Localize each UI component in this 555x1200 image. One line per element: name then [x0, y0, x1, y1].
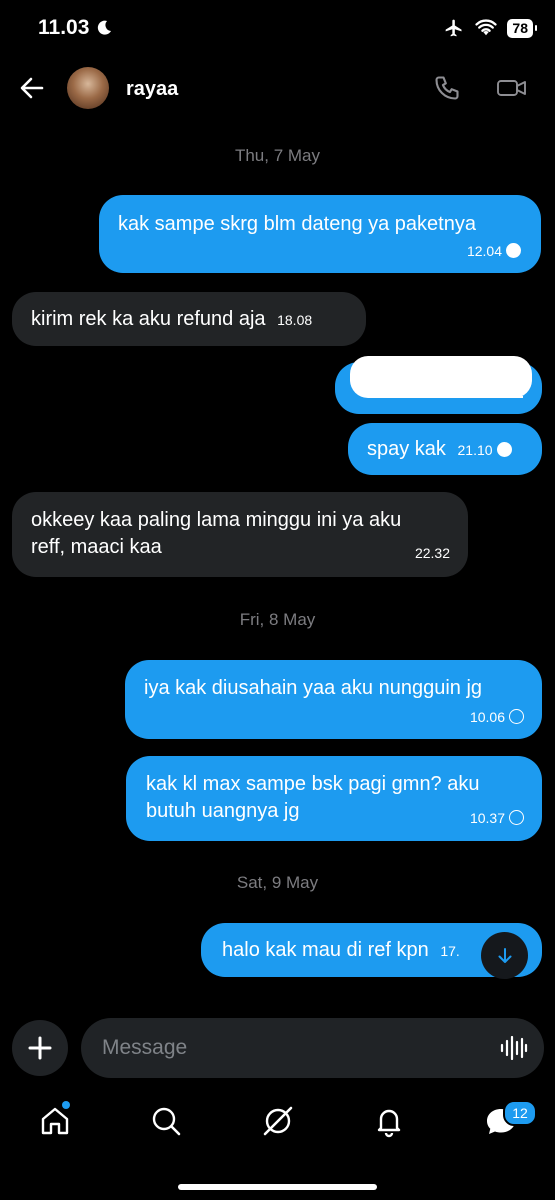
message-text: iya kak diusahain yaa aku nungguin jg — [144, 677, 483, 699]
message-text-line2: butuh uangnya jg — [146, 800, 300, 822]
moon-icon — [97, 20, 111, 35]
message-text-line1: okkeey kaa paling lama minggu ini ya aku — [31, 509, 402, 531]
home-icon[interactable] — [38, 1104, 72, 1138]
airplane-icon — [446, 19, 462, 37]
message-time: 18.08 — [277, 312, 313, 328]
messages-badge: 12 — [503, 1100, 537, 1126]
scroll-to-bottom-button[interactable] — [481, 932, 528, 979]
incoming-message[interactable]: okkeey kaa paling lama minggu ini ya aku… — [12, 492, 468, 577]
incoming-message[interactable]: kirim rek ka aku refund aja 18.08 — [12, 292, 366, 346]
date-separator: Fri, 8 May — [239, 610, 316, 629]
sent-check-icon — [509, 810, 524, 825]
read-check-icon — [496, 442, 512, 457]
message-time: 17. — [440, 943, 460, 959]
status-time: 11.03 — [38, 16, 90, 39]
message-text: kak sampe skrg blm dateng ya paketnya — [118, 213, 476, 235]
grok-icon[interactable] — [261, 1104, 295, 1138]
attach-plus-button[interactable] — [12, 1020, 68, 1076]
back-arrow-icon[interactable] — [18, 74, 46, 102]
outgoing-message[interactable]: iya kak diusahain yaa aku nungguin jg 10… — [125, 660, 542, 739]
message-text-line1: kak kl max sampe bsk pagi gmn? aku — [146, 773, 480, 795]
date-separator: Sat, 9 May — [236, 873, 319, 892]
date-separator: Thu, 7 May — [234, 146, 321, 165]
battery-indicator: 78 — [507, 18, 537, 38]
message-time: 10.37 — [469, 810, 505, 826]
message-time: 22.32 — [414, 545, 450, 561]
outgoing-message[interactable]: spay kak 21.10 — [348, 423, 542, 475]
phone-icon[interactable] — [433, 74, 461, 102]
message-text: halo kak mau di ref kpn — [222, 939, 429, 961]
avatar[interactable] — [67, 67, 109, 109]
arrow-down-icon — [498, 947, 511, 963]
message-time: 12.04 — [466, 243, 502, 259]
message-text: spay kak — [367, 438, 446, 460]
notifications-bell-icon[interactable] — [372, 1104, 406, 1138]
message-time: 21.10 — [457, 442, 493, 458]
sent-check-icon — [509, 709, 524, 724]
message-text-line2: reff, maaci kaa — [31, 536, 162, 558]
wifi-icon — [475, 19, 498, 36]
home-notification-dot — [62, 1101, 70, 1109]
message-text: kirim rek ka aku refund aja — [31, 308, 266, 330]
message-time: 10.06 — [469, 709, 505, 725]
contact-name[interactable]: rayaa — [126, 78, 178, 101]
home-indicator — [178, 1184, 377, 1190]
video-camera-icon[interactable] — [496, 74, 528, 102]
search-icon[interactable] — [149, 1104, 183, 1138]
message-input[interactable] — [81, 1018, 544, 1078]
read-check-icon — [506, 243, 521, 258]
outgoing-message[interactable]: kak kl max sampe bsk pagi gmn? aku butuh… — [126, 756, 542, 841]
plus-icon — [28, 1036, 52, 1060]
redaction-mark — [350, 356, 532, 398]
outgoing-message[interactable]: kak sampe skrg blm dateng ya paketnya 12… — [99, 195, 541, 273]
status-icons: 78 — [443, 18, 537, 38]
voice-wave-icon[interactable] — [500, 1036, 528, 1060]
